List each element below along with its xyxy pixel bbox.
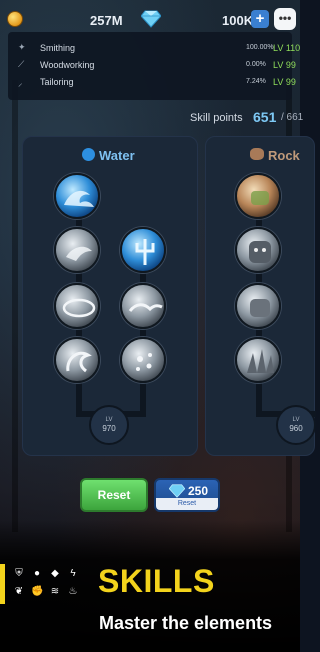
- skill-row-tailoring[interactable]: ⸝ Tailoring 7.24% LV 99: [18, 76, 296, 90]
- fire-icon: ♨: [68, 586, 78, 597]
- rock-golem-node[interactable]: [235, 227, 281, 273]
- skill-percent: 100.00%: [246, 44, 274, 51]
- shield-icon: ⛨: [15, 568, 23, 579]
- skills-list-panel[interactable]: ✦ Smithing 100.00% LV 110 ⟋ Woodworking …: [8, 32, 300, 100]
- level-value: 970: [102, 424, 116, 433]
- skill-percent: 0.00%: [246, 61, 266, 68]
- lightning-icon: ϟ: [70, 568, 76, 579]
- rock-icon: ◆: [51, 568, 59, 579]
- water-splash-node[interactable]: [54, 227, 100, 273]
- rock-spikes-node[interactable]: [235, 337, 281, 383]
- anvil-icon: ✦: [18, 42, 26, 52]
- water-vortex-node[interactable]: [54, 283, 100, 329]
- rock-fist-node[interactable]: [235, 283, 281, 329]
- rock-icon: [250, 148, 264, 160]
- skill-name: Smithing: [40, 43, 76, 53]
- skill-level: LV 99: [273, 77, 296, 87]
- spikes-icon: [247, 349, 274, 373]
- water-tree-panel[interactable]: Water LV 970: [22, 136, 198, 456]
- add-gems-button[interactable]: +: [251, 10, 269, 28]
- saw-icon: ⟋: [18, 59, 25, 69]
- skill-level: LV 99: [273, 60, 296, 70]
- skill-row-partial: [18, 32, 288, 40]
- gem-icon: [141, 10, 161, 28]
- trident-icon: [135, 239, 155, 265]
- water-tide-node[interactable]: [120, 283, 166, 329]
- chat-icon[interactable]: •••: [274, 8, 296, 30]
- wave-icon: [64, 190, 94, 207]
- skill-level: LV 110: [273, 43, 301, 53]
- skill-name: Woodworking: [40, 60, 95, 70]
- water-trident-node[interactable]: [120, 227, 166, 273]
- gold-amount: 257M: [90, 13, 123, 28]
- golem-icon: [249, 241, 271, 263]
- water-wave-node[interactable]: [54, 173, 100, 219]
- splash-icon: [66, 246, 92, 261]
- top-bar: 257M 100K + •••: [0, 0, 300, 36]
- tree-title: Water: [99, 148, 135, 163]
- coin-icon: [7, 11, 23, 27]
- skill-percent: 7.24%: [246, 78, 266, 85]
- stone-fist-icon: [250, 299, 270, 317]
- skill-row-smithing[interactable]: ✦ Smithing 100.00% LV 110: [18, 42, 300, 56]
- gem-reset-amount: 250: [188, 484, 209, 498]
- bg-pillar: [12, 80, 18, 532]
- rock-tree-panel[interactable]: Rock LV 960: [205, 136, 316, 456]
- leaf-icon: ❦: [14, 586, 24, 597]
- wind-icon: ≋: [50, 586, 60, 597]
- water-mist-node[interactable]: [120, 337, 166, 383]
- level-value: 960: [289, 424, 303, 433]
- element-icons: ⛨ ● ◆ ϟ ❦ ✊ ≋ ♨: [13, 568, 78, 600]
- serpent-icon: [66, 351, 92, 373]
- fist-icon: [251, 191, 269, 205]
- gem-reset-label: Reset: [156, 498, 218, 510]
- gem-amount: 100K: [222, 13, 254, 28]
- gem-icon: [169, 484, 185, 498]
- water-level-node: LV 970: [89, 405, 129, 445]
- tide-icon: [128, 303, 163, 312]
- rock-punch-node[interactable]: [235, 173, 281, 219]
- fist-icon: ✊: [31, 586, 44, 597]
- skill-points-value: 651: [253, 109, 277, 125]
- level-label: LV: [292, 417, 300, 423]
- tree-title: Rock: [268, 148, 300, 163]
- water-drop-icon: [82, 148, 95, 161]
- skill-name: Tailoring: [40, 77, 74, 87]
- water-drop-icon: ●: [33, 568, 41, 579]
- mist-icon: [136, 353, 152, 371]
- level-label: LV: [105, 417, 113, 423]
- needle-icon: ⸝: [18, 78, 23, 88]
- gem-reset-button[interactable]: 250 Reset: [154, 478, 220, 512]
- vortex-icon: [62, 298, 96, 318]
- water-serpent-node[interactable]: [54, 337, 100, 383]
- promo-subtitle: Master the elements: [99, 613, 273, 633]
- skill-points-label: Skill points: [190, 112, 243, 124]
- skill-points-total: / 661: [281, 112, 304, 123]
- promo-accent-bar: [0, 564, 5, 604]
- skill-row-woodworking[interactable]: ⟋ Woodworking 0.00% LV 99: [18, 59, 296, 73]
- promo-title: SKILLS: [98, 563, 215, 599]
- reset-button[interactable]: Reset: [80, 478, 148, 512]
- rock-level-node: LV 960: [276, 405, 316, 445]
